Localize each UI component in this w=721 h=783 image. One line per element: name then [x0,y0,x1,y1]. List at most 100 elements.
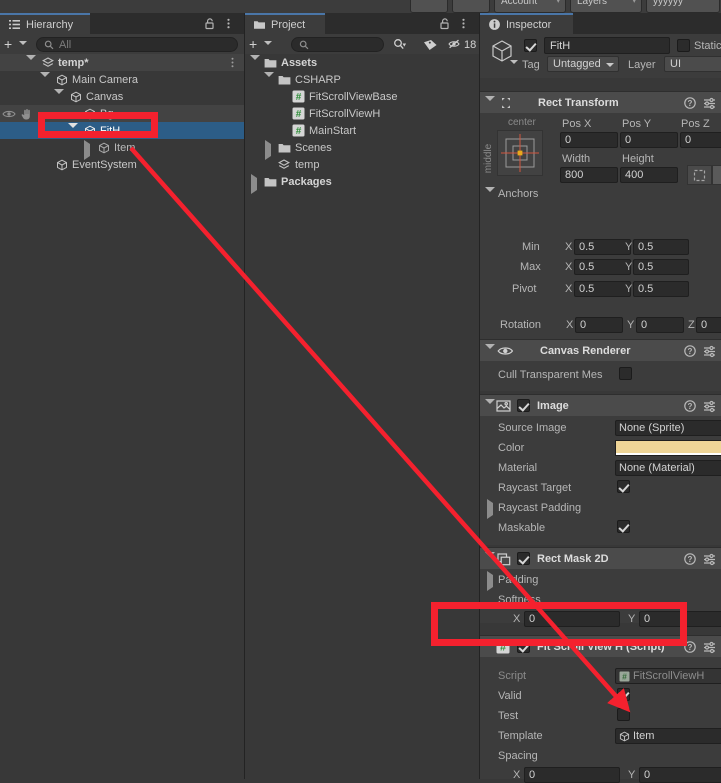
help-icon[interactable]: ? [684,97,696,109]
kebab-menu-icon[interactable] [457,17,470,30]
preset-icon[interactable] [703,97,715,110]
preset-icon[interactable] [703,553,715,566]
list-item-fith[interactable]: FitH [0,122,244,140]
component-header-rect-transform[interactable]: Rect Transform ? [480,91,721,114]
pos-z-field[interactable]: 0 [680,132,721,148]
component-header-fit-scroll-view-h[interactable]: # Fit Scroll View H (Script) ? [480,635,721,658]
list-item[interactable]: # FitScrollViewH [245,105,479,122]
twisty-down-icon[interactable] [485,344,495,361]
list-item[interactable]: Packages [245,173,479,194]
search-input[interactable]: All [36,37,238,52]
list-item[interactable]: # MainStart [245,122,479,139]
component-header-image[interactable]: Image ? [480,394,721,417]
help-icon[interactable]: ? [684,553,696,565]
anchor-max-y-field[interactable]: 0.5 [633,259,689,275]
tab-inspector[interactable]: Inspector [480,13,573,34]
object-enabled-checkbox[interactable] [524,39,537,52]
list-item[interactable]: # FitScrollViewBase [245,88,479,105]
toolbar-button-collab[interactable] [452,0,490,13]
list-item[interactable]: Assets [245,54,479,72]
anchor-max-x-field[interactable]: 0.5 [574,259,631,275]
image-enabled-checkbox[interactable] [517,399,530,412]
script-enabled-checkbox[interactable] [517,640,530,653]
twisty-down-icon[interactable] [26,55,37,72]
toolbar-button-cloud[interactable] [410,0,448,13]
toolbar-button-account[interactable]: Account ▾ [494,0,566,13]
source-image-field[interactable]: None (Sprite) [615,420,721,436]
kebab-menu-icon[interactable] [226,56,239,69]
twisty-right-icon[interactable] [251,174,262,194]
material-field[interactable]: None (Material) [615,460,721,476]
maskable-checkbox[interactable] [617,520,630,533]
list-item[interactable]: CSHARP [245,71,479,89]
pivot-x-field[interactable]: 0.5 [574,281,631,297]
tab-project[interactable]: Project [245,13,325,34]
list-item[interactable]: Bg [0,105,244,122]
twisty-down-icon[interactable] [485,640,495,657]
height-field[interactable]: 400 [620,167,678,183]
kebab-menu-icon[interactable] [222,17,235,30]
toolbar-button-layers[interactable]: Layers ▾ [570,0,642,13]
list-item[interactable]: Item [0,139,244,160]
create-asset-button[interactable]: + [249,37,257,51]
test-checkbox[interactable] [617,708,630,721]
layer-dropdown[interactable]: UI [664,56,721,72]
chevron-down-icon[interactable] [264,41,272,45]
label-tag-icon[interactable] [423,39,438,51]
create-object-button[interactable]: + [4,37,12,51]
anchor-min-y-field[interactable]: 0.5 [633,239,689,255]
anchor-preset-widget[interactable] [497,130,543,176]
help-icon[interactable]: ? [684,400,696,412]
list-item[interactable]: Canvas [0,88,244,106]
static-checkbox[interactable] [677,39,690,52]
toolbar-button-layout[interactable]: yyyyyy [646,0,720,13]
spacing-x-field[interactable]: 0 [524,767,620,783]
cull-transparent-mesh-checkbox[interactable] [619,367,632,380]
twisty-down-icon[interactable] [40,72,51,89]
object-name-field[interactable]: FitH [544,37,670,54]
twisty-down-icon[interactable] [264,72,275,89]
tag-dropdown[interactable]: Untagged [547,56,619,72]
pivot-y-field[interactable]: 0.5 [633,281,689,297]
twisty-down-icon[interactable] [250,55,261,72]
pos-y-field[interactable]: 0 [620,132,678,148]
rotation-y-field[interactable]: 0 [636,317,684,333]
twisty-down-icon[interactable] [485,399,495,416]
chevron-down-icon[interactable] [510,60,518,64]
raw-edit-mode-icon[interactable] [712,165,721,185]
pos-x-field[interactable]: 0 [560,132,618,148]
valid-checkbox[interactable] [617,688,630,701]
list-item[interactable]: temp* [0,54,244,72]
twisty-down-icon[interactable] [485,96,495,113]
hidden-packages-icon[interactable] [448,38,463,50]
rotation-z-field[interactable]: 0 [696,317,721,333]
visibility-eye-icon[interactable] [2,109,16,119]
list-item[interactable]: Main Camera [0,71,244,89]
save-search-icon[interactable] [393,38,408,52]
softness-y-field[interactable]: 0 [639,611,721,627]
preset-icon[interactable] [703,400,715,413]
lock-open-icon[interactable] [438,17,451,30]
anchors-foldout-icon[interactable] [485,187,495,204]
twisty-down-icon[interactable] [54,89,65,106]
preset-icon[interactable] [703,641,715,654]
spacing-y-field[interactable]: 0 [639,767,721,783]
raycast-target-checkbox[interactable] [617,480,630,493]
anchor-min-x-field[interactable]: 0.5 [574,239,631,255]
lock-open-icon[interactable] [203,17,216,30]
softness-x-field[interactable]: 0 [524,611,620,627]
component-header-canvas-renderer[interactable]: Canvas Renderer ? [480,339,721,362]
width-field[interactable]: 800 [560,167,618,183]
twisty-right-icon[interactable] [84,140,95,160]
component-header-rect-mask-2d[interactable]: Rect Mask 2D ? [480,547,721,570]
template-field[interactable]: Item [615,728,721,744]
twisty-right-icon[interactable] [487,499,493,519]
rect-mask-enabled-checkbox[interactable] [517,552,530,565]
list-item[interactable]: temp [245,156,479,173]
blueprint-mode-icon[interactable] [687,165,712,185]
help-icon[interactable]: ? [684,641,696,653]
twisty-right-icon[interactable] [487,571,493,591]
twisty-down-icon[interactable] [68,123,79,140]
tab-hierarchy[interactable]: Hierarchy [0,13,90,34]
twisty-down-icon[interactable] [485,552,495,569]
